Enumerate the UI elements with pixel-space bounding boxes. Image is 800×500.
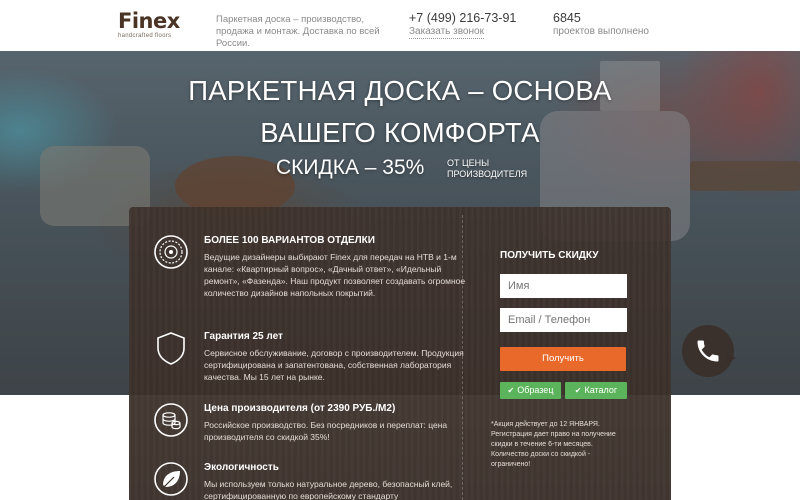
header-description: Паркетная доска – производство, продажа …: [216, 14, 380, 49]
feature-text: Российское производство. Без посредников…: [204, 420, 448, 442]
sample-label: Образец: [517, 385, 554, 395]
shield-icon: [153, 330, 189, 366]
header-phone[interactable]: +7 (499) 216-73-91: [409, 11, 516, 25]
coins-icon: [153, 402, 189, 438]
logo[interactable]: Finex handcrafted floors: [118, 10, 180, 39]
feature-text: Ведущие дизайнеры выбирают Finex для пер…: [204, 252, 466, 298]
projects-count: 6845: [553, 11, 581, 25]
feature-text: Мы используем только натуральное дерево,…: [204, 479, 453, 500]
check-icon: ✔: [507, 386, 515, 395]
sample-button[interactable]: ✔ Образец: [500, 382, 561, 399]
feature-title: БОЛЕЕ 100 ВАРИАНТОВ ОТДЕЛКИ: [204, 235, 375, 246]
feature-title: Цена производителя (от 2390 РУБ./М2): [204, 403, 396, 414]
logo-tagline: handcrafted floors: [118, 33, 172, 39]
hero-title-line1: ПАРКЕТНАЯ ДОСКА – ОСНОВА: [188, 75, 612, 106]
offer-panel: БОЛЕЕ 100 ВАРИАНТОВ ОТДЕЛКИ Ведущие диза…: [129, 207, 671, 500]
projects-label: проектов выполнено: [553, 26, 649, 37]
catalog-button[interactable]: ✔ Каталог: [565, 382, 627, 399]
hero-discount: СКИДКА – 35%: [276, 156, 425, 179]
hero-title-line2: ВАШЕГО КОМФОРТА: [260, 117, 540, 148]
callback-link[interactable]: Заказать звонок: [409, 26, 484, 39]
check-icon: ✔: [574, 386, 582, 395]
get-discount-button[interactable]: Получить: [500, 347, 626, 371]
callback-floating-button[interactable]: [682, 325, 736, 377]
hero-discount-note: ОТ ЦЕНЫ ПРОИЗВОДИТЕЛЯ: [447, 158, 528, 179]
form-title: ПОЛУЧИТЬ СКИДКУ: [500, 250, 599, 261]
promo-note: *Акция действует до 12 ЯНВАРЯ. Регистрац…: [491, 421, 616, 468]
logo-word: Finex: [118, 9, 180, 33]
phone-icon: [697, 340, 719, 362]
mandala-icon: [153, 234, 189, 270]
leaf-icon: [153, 461, 189, 497]
contact-input[interactable]: [500, 308, 627, 332]
feature-title: Экологичность: [204, 462, 279, 473]
name-input[interactable]: [500, 274, 627, 298]
feature-text: Сервисное обслуживание, договор с произв…: [204, 348, 464, 382]
catalog-label: Каталог: [584, 385, 618, 395]
site-header: Finex handcrafted floors Паркетная доска…: [0, 0, 800, 51]
feature-title: Гарантия 25 лет: [204, 331, 283, 342]
